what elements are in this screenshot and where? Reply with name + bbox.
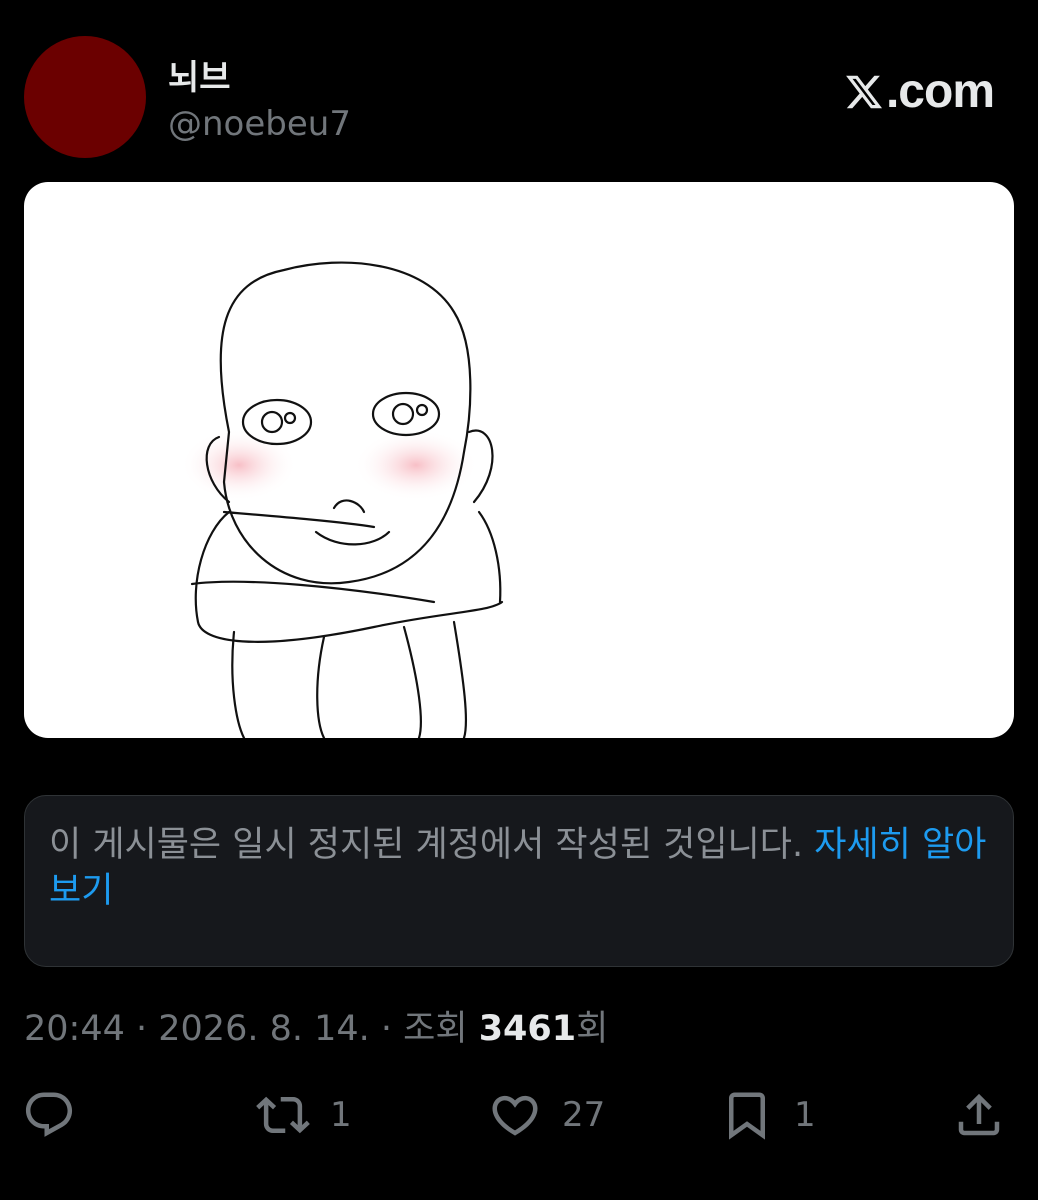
- reply-button[interactable]: [22, 1088, 76, 1142]
- retweet-count: 1: [330, 1095, 352, 1135]
- bookmark-icon: [729, 1092, 765, 1140]
- tweet-meta: 20:44 · 2026. 8. 14. · 조회 3461회: [24, 1000, 608, 1051]
- like-count: 27: [562, 1095, 606, 1135]
- views-label: 조회: [403, 1009, 479, 1049]
- tweet-media-image[interactable]: [24, 182, 1014, 738]
- bookmark-button[interactable]: 1: [720, 1088, 816, 1142]
- x-logo-icon: [846, 75, 883, 108]
- tweet-screenshot: 뇌브 @noebeu7 .com 이 게시물은 일시 정지된 계정에서 작성된 …: [0, 0, 1038, 1200]
- suspended-account-notice: 이 게시물은 일시 정지된 계정에서 작성된 것입니다. 자세히 알아보기: [24, 795, 1014, 967]
- tweet-actions-bar: 1 27 1: [0, 1080, 1038, 1150]
- meta-separator: ·: [124, 1009, 159, 1049]
- views-suffix: 회: [576, 1009, 609, 1049]
- retweet-button[interactable]: 1: [256, 1088, 352, 1142]
- drawing-illustration: [181, 261, 504, 738]
- heart-icon: [492, 1095, 538, 1136]
- brand-text: .com: [885, 65, 995, 118]
- reply-icon: [25, 1092, 73, 1137]
- like-button[interactable]: 27: [488, 1088, 605, 1142]
- views-count: 3461: [478, 1009, 577, 1049]
- share-button[interactable]: [952, 1088, 1006, 1142]
- x-brand-logo: .com: [844, 64, 995, 119]
- display-name[interactable]: 뇌브: [168, 50, 231, 99]
- user-handle[interactable]: @noebeu7: [168, 104, 351, 144]
- retweet-icon: [256, 1096, 310, 1134]
- tweet-time[interactable]: 20:44: [24, 1009, 125, 1049]
- notice-text: 이 게시물은 일시 정지된 계정에서 작성된 것입니다.: [49, 825, 815, 865]
- share-icon: [958, 1093, 1000, 1136]
- tweet-date[interactable]: 2026. 8. 14.: [158, 1009, 370, 1049]
- bookmark-count: 1: [794, 1095, 816, 1135]
- meta-separator-2: ·: [369, 1009, 404, 1049]
- avatar[interactable]: [24, 36, 146, 158]
